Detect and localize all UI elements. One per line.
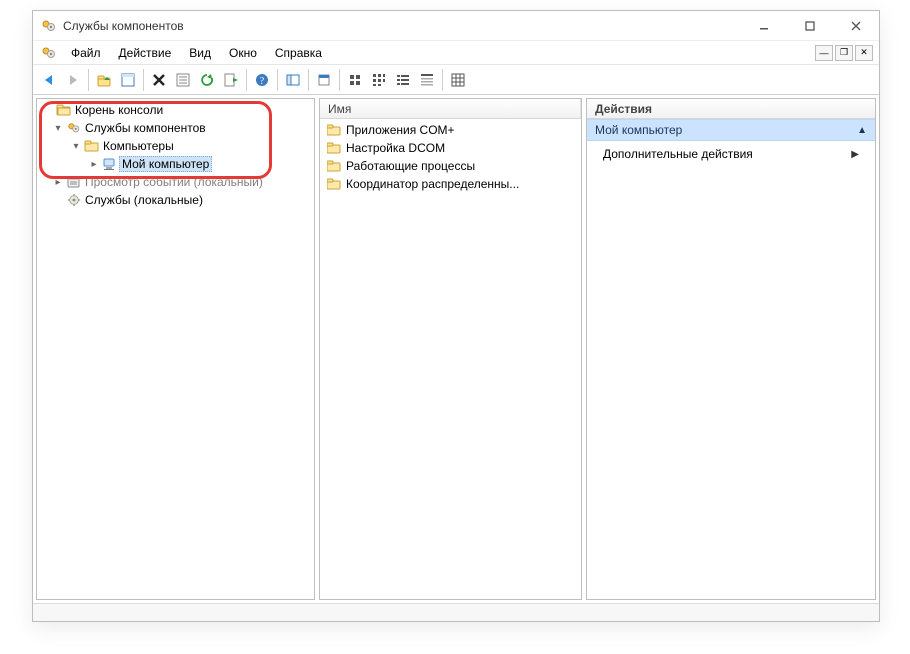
folder-icon bbox=[326, 160, 342, 172]
app-icon-small bbox=[41, 45, 57, 61]
separator-icon bbox=[308, 69, 309, 91]
list-item[interactable]: Настройка DCOM bbox=[322, 139, 579, 157]
list-item[interactable]: Работающие процессы bbox=[322, 157, 579, 175]
refresh-button[interactable] bbox=[195, 68, 219, 92]
menu-help[interactable]: Справка bbox=[267, 44, 330, 62]
separator-icon bbox=[246, 69, 247, 91]
list-item[interactable]: Координатор распределенны... bbox=[322, 175, 579, 193]
menu-window[interactable]: Окно bbox=[221, 44, 265, 62]
list-column-name[interactable]: Имя bbox=[320, 99, 581, 118]
mdi-minimize-button[interactable]: — bbox=[815, 45, 833, 61]
expander-collapse-icon[interactable]: ▾ bbox=[51, 123, 65, 134]
properties-button[interactable] bbox=[171, 68, 195, 92]
tree-label: Службы компонентов bbox=[83, 121, 208, 135]
menu-action[interactable]: Действие bbox=[111, 44, 180, 62]
close-button[interactable] bbox=[833, 11, 879, 41]
list-item-label: Работающие процессы bbox=[346, 159, 475, 173]
app-properties-button[interactable] bbox=[312, 68, 336, 92]
showhide-console-button[interactable] bbox=[281, 68, 305, 92]
mdi-controls: — ❐ ✕ bbox=[815, 45, 875, 61]
separator-icon bbox=[143, 69, 144, 91]
folder-icon bbox=[326, 178, 342, 190]
separator-icon bbox=[339, 69, 340, 91]
minimize-button[interactable] bbox=[741, 11, 787, 41]
tree-node-computers[interactable]: ▾ Компьютеры bbox=[39, 137, 312, 155]
tree-label: Мой компьютер bbox=[119, 156, 212, 172]
component-services-icon bbox=[65, 121, 83, 135]
actions-header: Действия bbox=[587, 99, 875, 119]
view-large-button[interactable] bbox=[343, 68, 367, 92]
filter-button[interactable] bbox=[116, 68, 140, 92]
folder-icon bbox=[326, 142, 342, 154]
actions-section-label: Мой компьютер bbox=[595, 123, 682, 137]
svg-text:?: ? bbox=[260, 76, 265, 87]
window-title: Службы компонентов bbox=[63, 19, 184, 33]
actions-more-actions[interactable]: Дополнительные действия ▶ bbox=[587, 141, 875, 167]
list-item-label: Координатор распределенны... bbox=[346, 177, 519, 191]
tree-pane[interactable]: Корень консоли ▾ Службы компонентов ▾ Ко… bbox=[36, 98, 315, 600]
view-small-button[interactable] bbox=[367, 68, 391, 92]
tree-node-services[interactable]: Службы (локальные) bbox=[39, 191, 312, 209]
export-button[interactable] bbox=[219, 68, 243, 92]
menu-view[interactable]: Вид bbox=[181, 44, 219, 62]
tree-label: Службы (локальные) bbox=[83, 193, 205, 207]
services-gear-icon bbox=[65, 193, 83, 207]
up-button[interactable] bbox=[92, 68, 116, 92]
back-button[interactable] bbox=[37, 68, 61, 92]
actions-section-title[interactable]: Мой компьютер ▲ bbox=[587, 119, 875, 141]
menubar: Файл Действие Вид Окно Справка — ❐ ✕ bbox=[33, 41, 879, 65]
view-list-button[interactable] bbox=[391, 68, 415, 92]
tree-node-my-computer[interactable]: ▸ Мой компьютер bbox=[39, 155, 312, 173]
statusbar bbox=[33, 603, 879, 621]
list-item[interactable]: Приложения COM+ bbox=[322, 121, 579, 139]
folder-open-icon bbox=[55, 103, 73, 117]
expander-collapse-icon[interactable]: ▾ bbox=[69, 141, 83, 152]
separator-icon bbox=[442, 69, 443, 91]
expander-expand-icon[interactable]: ▸ bbox=[51, 177, 65, 188]
list-pane[interactable]: Имя Приложения COM+ Настройка DCOM Работ… bbox=[319, 98, 582, 600]
tree-label: Просмотр событии (локальный) bbox=[83, 175, 265, 189]
delete-button[interactable] bbox=[147, 68, 171, 92]
mdi-restore-button[interactable]: ❐ bbox=[835, 45, 853, 61]
toolbar: ? bbox=[33, 65, 879, 95]
collapse-section-icon[interactable]: ▲ bbox=[857, 125, 867, 136]
event-viewer-icon bbox=[65, 175, 83, 189]
actions-pane: Действия Мой компьютер ▲ Дополнительные … bbox=[586, 98, 876, 600]
expander-expand-icon[interactable]: ▸ bbox=[87, 159, 101, 170]
folder-icon bbox=[83, 139, 101, 153]
list-header[interactable]: Имя bbox=[320, 99, 581, 119]
chevron-right-icon: ▶ bbox=[851, 149, 859, 160]
list-item-label: Настройка DCOM bbox=[346, 141, 445, 155]
help-button[interactable]: ? bbox=[250, 68, 274, 92]
maximize-button[interactable] bbox=[787, 11, 833, 41]
view-grid-button[interactable] bbox=[446, 68, 470, 92]
forward-button[interactable] bbox=[61, 68, 85, 92]
menu-file[interactable]: Файл bbox=[63, 44, 109, 62]
app-icon bbox=[41, 18, 57, 34]
tree-node-console-root[interactable]: Корень консоли bbox=[39, 101, 312, 119]
view-detail-button[interactable] bbox=[415, 68, 439, 92]
list-item-label: Приложения COM+ bbox=[346, 123, 455, 137]
main-window: Службы компонентов Файл Действие Вид Окн… bbox=[32, 10, 880, 622]
tree-node-event-viewer[interactable]: ▸ Просмотр событии (локальный) bbox=[39, 173, 312, 191]
tree-label: Компьютеры bbox=[101, 139, 176, 153]
titlebar: Службы компонентов bbox=[33, 11, 879, 41]
separator-icon bbox=[277, 69, 278, 91]
computer-icon bbox=[101, 157, 119, 171]
folder-icon bbox=[326, 124, 342, 136]
separator-icon bbox=[88, 69, 89, 91]
actions-link-label: Дополнительные действия bbox=[603, 147, 753, 161]
mdi-close-button[interactable]: ✕ bbox=[855, 45, 873, 61]
tree-node-component-services[interactable]: ▾ Службы компонентов bbox=[39, 119, 312, 137]
tree-label: Корень консоли bbox=[73, 103, 165, 117]
